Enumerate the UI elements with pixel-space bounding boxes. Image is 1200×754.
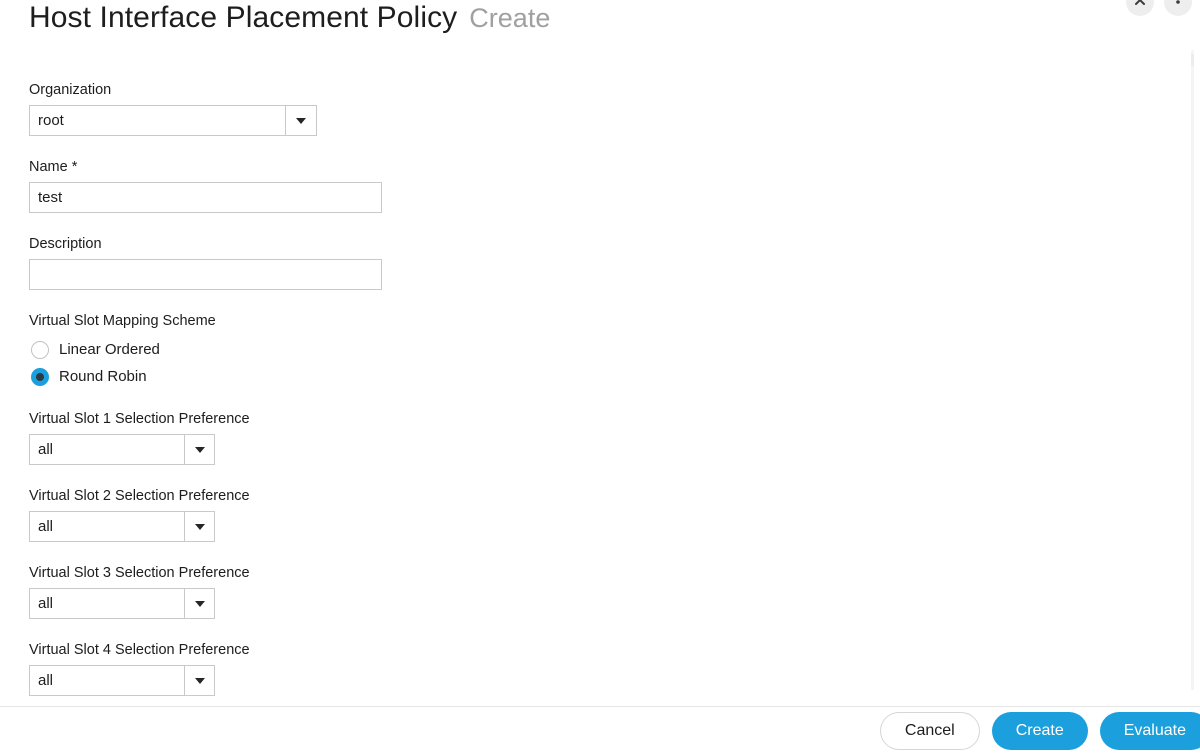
chevron-down-icon	[194, 446, 205, 453]
organization-select-value: root	[29, 105, 285, 136]
mapping-scheme-label: Virtual Slot Mapping Scheme	[29, 313, 216, 329]
host-interface-placement-policy-create-page: Host Interface Placement Policy Create O…	[0, 0, 1200, 754]
vertical-scrollbar-thumb[interactable]	[1191, 54, 1194, 66]
radio-round-robin[interactable]: Round Robin	[29, 363, 1192, 390]
virtual-slot-1-select-value: all	[29, 434, 184, 465]
page-header: Host Interface Placement Policy Create	[0, 0, 1200, 48]
create-button[interactable]: Create	[991, 711, 1088, 750]
virtual-slot-2-select-arrow-button[interactable]	[184, 511, 215, 542]
organization-select[interactable]: root	[29, 105, 317, 136]
field-mapping-scheme: Virtual Slot Mapping Scheme Linear Order…	[29, 312, 1192, 390]
title-row: Host Interface Placement Policy Create	[29, 0, 550, 38]
field-name: Name * test	[29, 158, 1192, 213]
radio-round-robin-label: Round Robin	[59, 367, 147, 385]
footer-action-bar: Cancel Create Evaluate	[0, 706, 1200, 754]
collapse-up-icon-button[interactable]	[1126, 0, 1154, 16]
description-input[interactable]	[29, 259, 382, 290]
name-input[interactable]: test	[29, 182, 382, 213]
form-body: Organization root Name * test Descriptio…	[0, 48, 1192, 706]
chevron-down-icon	[194, 600, 205, 607]
field-virtual-slot-4: Virtual Slot 4 Selection Preference all	[29, 641, 1192, 696]
field-virtual-slot-2: Virtual Slot 2 Selection Preference all	[29, 487, 1192, 542]
virtual-slot-4-select[interactable]: all	[29, 665, 215, 696]
page-title: Host Interface Placement Policy	[29, 1, 458, 34]
field-description: Description	[29, 235, 1192, 290]
vertical-scrollbar-track[interactable]	[1191, 50, 1194, 690]
radio-linear-ordered-label: Linear Ordered	[59, 340, 160, 358]
description-label: Description	[29, 236, 102, 252]
virtual-slot-2-label: Virtual Slot 2 Selection Preference	[29, 488, 250, 504]
virtual-slot-3-label: Virtual Slot 3 Selection Preference	[29, 565, 250, 581]
organization-label: Organization	[29, 82, 112, 98]
virtual-slot-4-select-value: all	[29, 665, 184, 696]
chevron-down-icon	[194, 523, 205, 530]
organization-select-arrow-button[interactable]	[285, 105, 317, 136]
evaluate-button[interactable]: Evaluate	[1099, 711, 1200, 750]
virtual-slot-3-select[interactable]: all	[29, 588, 215, 619]
cancel-button[interactable]: Cancel	[879, 711, 980, 750]
virtual-slot-1-select[interactable]: all	[29, 434, 215, 465]
field-virtual-slot-3: Virtual Slot 3 Selection Preference all	[29, 564, 1192, 619]
field-organization: Organization root	[29, 81, 1192, 136]
chevron-down-icon	[296, 117, 306, 124]
virtual-slot-2-select[interactable]: all	[29, 511, 215, 542]
field-virtual-slot-1: Virtual Slot 1 Selection Preference all	[29, 410, 1192, 465]
chevron-down-icon	[194, 677, 205, 684]
page-subtitle: Create	[469, 3, 551, 33]
virtual-slot-3-select-arrow-button[interactable]	[184, 588, 215, 619]
virtual-slot-3-select-value: all	[29, 588, 184, 619]
virtual-slot-1-select-arrow-button[interactable]	[184, 434, 215, 465]
name-label: Name *	[29, 159, 78, 175]
corner-action-buttons	[1126, 0, 1192, 16]
dot-icon	[1176, 0, 1180, 4]
virtual-slot-4-label: Virtual Slot 4 Selection Preference	[29, 642, 250, 658]
virtual-slot-4-select-arrow-button[interactable]	[184, 665, 215, 696]
radio-checked-icon	[31, 367, 49, 386]
radio-linear-ordered[interactable]: Linear Ordered	[29, 336, 1192, 363]
virtual-slot-1-label: Virtual Slot 1 Selection Preference	[29, 411, 250, 427]
virtual-slot-2-select-value: all	[29, 511, 184, 542]
options-icon-button[interactable]	[1164, 0, 1192, 16]
chevron-up-icon	[1135, 0, 1145, 5]
radio-unchecked-icon	[31, 340, 49, 359]
mapping-scheme-radio-group: Linear Ordered Round Robin	[29, 336, 1192, 390]
